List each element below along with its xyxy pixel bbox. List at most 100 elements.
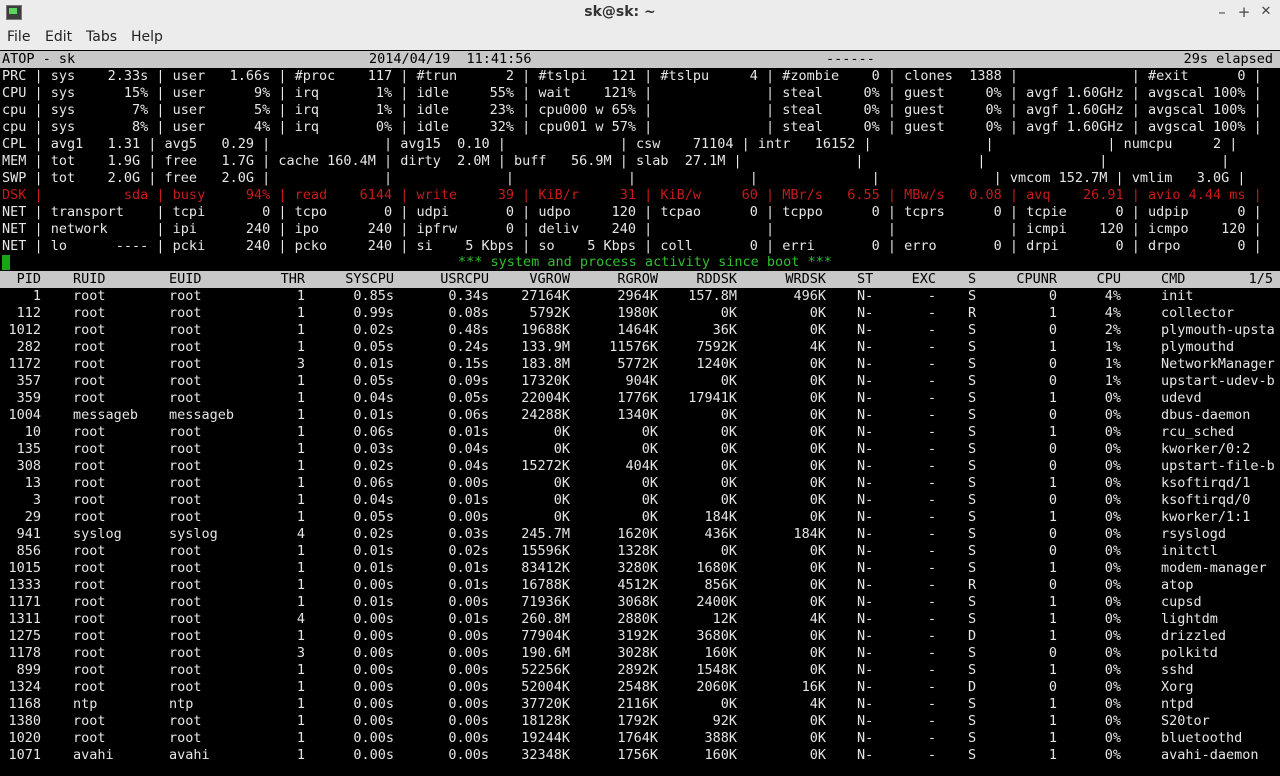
cell-thr: 1 — [296, 441, 305, 457]
cell-euid: root — [169, 305, 202, 321]
cell-ruid: root — [73, 492, 106, 508]
col-header-wrdsk: WRDSK — [785, 271, 826, 287]
cell-thr: 1 — [296, 662, 305, 678]
cell-euid: root — [169, 509, 202, 525]
cell-cmd: ksoftirqd/1 — [1161, 475, 1251, 491]
cell-wrdsk: 184K — [793, 526, 826, 542]
cell-syscpu: 0.01s — [353, 560, 394, 576]
cell-cmd: drizzled — [1161, 628, 1227, 644]
cell-rgrow: 2548K — [617, 679, 658, 695]
cell-rddsk: 184K — [704, 509, 737, 525]
cell-usrcpu: 0.02s — [448, 543, 489, 559]
cell-usrcpu: 0.34s — [448, 288, 489, 304]
cell-exc: - — [927, 696, 936, 712]
table-row: 282 root root 1 0.05s 0.24s 133.9M 11576K 7592K 4… — [0, 339, 1280, 356]
cell-cpu: 0% — [1104, 526, 1121, 542]
cell-ruid: ntp — [73, 696, 98, 712]
sys-line-swp: SWP | tot 2.0G | free 2.0G | | | | | | |… — [0, 170, 1280, 187]
cell-rgrow: 1756K — [617, 747, 658, 763]
cell-euid: root — [169, 373, 202, 389]
cell-st: N- — [857, 339, 874, 355]
cell-pid: 1172 — [8, 356, 41, 372]
cell-rgrow: 1340K — [617, 407, 658, 423]
table-row: 308 root root 1 0.02s 0.04s 15272K 404K 0K 0K N- - S… — [0, 458, 1280, 475]
cell-pid: 308 — [16, 458, 41, 474]
cell-cpunr: 1 — [1048, 475, 1057, 491]
cell-rgrow: 2964K — [617, 288, 658, 304]
cell-s: S — [968, 441, 977, 457]
cell-wrdsk: 496K — [793, 288, 826, 304]
cell-cmd: ksoftirqd/0 — [1161, 492, 1251, 508]
cell-syscpu: 0.99s — [353, 305, 394, 321]
cell-euid: ntp — [169, 696, 194, 712]
cell-exc: - — [927, 577, 936, 593]
maximize-button[interactable]: + — [1234, 2, 1254, 22]
menu-edit[interactable]: Edit — [45, 29, 72, 45]
menu-tabs[interactable]: Tabs — [86, 29, 117, 45]
cell-thr: 1 — [296, 747, 305, 763]
cell-rgrow: 3068K — [617, 594, 658, 610]
cell-syscpu: 0.00s — [353, 730, 394, 746]
cell-ruid: root — [73, 713, 106, 729]
menu-file[interactable]: File — [7, 29, 30, 45]
table-row: 1 root root 1 0.85s 0.34s 27164K 2964K 157.8M 496… — [0, 288, 1280, 305]
cell-thr: 1 — [296, 458, 305, 474]
cell-wrdsk: 4K — [809, 339, 826, 355]
banner-line: *** system and process activity since bo… — [0, 254, 1280, 271]
cell-syscpu: 0.01s — [353, 407, 394, 423]
cell-rddsk: 92K — [712, 713, 737, 729]
cell-thr: 1 — [296, 628, 305, 644]
cell-thr: 4 — [296, 611, 305, 627]
menu-help[interactable]: Help — [131, 29, 163, 45]
cell-vgrow: 190.6M — [521, 645, 570, 661]
cell-rgrow: 0K — [641, 492, 658, 508]
cell-exc: - — [927, 424, 936, 440]
cell-euid: root — [169, 543, 202, 559]
table-row: 1172 root root 3 0.01s 0.15s 183.8M 5772K 1240K 0… — [0, 356, 1280, 373]
close-button[interactable]: ✕ — [1256, 2, 1276, 22]
cell-euid: root — [169, 628, 202, 644]
cell-cpu: 2% — [1104, 322, 1121, 338]
cell-syscpu: 0.02s — [353, 458, 394, 474]
cell-st: N- — [857, 611, 874, 627]
cell-cpu: 0% — [1104, 543, 1121, 559]
cell-exc: - — [927, 611, 936, 627]
cell-usrcpu: 0.01s — [448, 611, 489, 627]
cell-rddsk: 157.8M — [688, 288, 737, 304]
cell-s: S — [968, 509, 977, 525]
cell-usrcpu: 0.00s — [448, 628, 489, 644]
cell-ruid: root — [73, 475, 106, 491]
cell-st: N- — [857, 458, 874, 474]
cell-s: S — [968, 713, 977, 729]
cell-exc: - — [927, 509, 936, 525]
cell-usrcpu: 0.01s — [448, 560, 489, 576]
cell-vgrow: 37720K — [521, 696, 570, 712]
cell-euid: root — [169, 475, 202, 491]
cell-euid: root — [169, 441, 202, 457]
activity-banner: *** system and process activity since bo… — [458, 254, 832, 270]
cell-exc: - — [927, 628, 936, 644]
cell-cpunr: 0 — [1048, 322, 1057, 338]
cell-cpu: 0% — [1104, 696, 1121, 712]
cell-euid: root — [169, 288, 202, 304]
terminal-area[interactable]: ATOP - sk 2014/04/19 11:41:56 ------ 29s… — [0, 50, 1280, 776]
cell-vgrow: 24288K — [521, 407, 570, 423]
cell-s: S — [968, 458, 977, 474]
cell-wrdsk: 0K — [809, 492, 826, 508]
cell-rddsk: 2400K — [696, 594, 737, 610]
cell-euid: root — [169, 713, 202, 729]
cell-syscpu: 0.02s — [353, 526, 394, 542]
cell-ruid: root — [73, 577, 106, 593]
cell-cpunr: 1 — [1048, 696, 1057, 712]
cell-thr: 1 — [296, 543, 305, 559]
col-header-thr: THR — [280, 271, 305, 287]
cell-syscpu: 0.00s — [353, 577, 394, 593]
cell-s: S — [968, 747, 977, 763]
cell-rgrow: 3028K — [617, 645, 658, 661]
cell-s: S — [968, 526, 977, 542]
cell-usrcpu: 0.00s — [448, 713, 489, 729]
table-row: 357 root root 1 0.05s 0.09s 17320K 904K 0K 0K N- - S… — [0, 373, 1280, 390]
cell-usrcpu: 0.01s — [448, 424, 489, 440]
minimize-button[interactable]: – — [1212, 2, 1232, 22]
cell-rddsk: 0K — [720, 475, 737, 491]
